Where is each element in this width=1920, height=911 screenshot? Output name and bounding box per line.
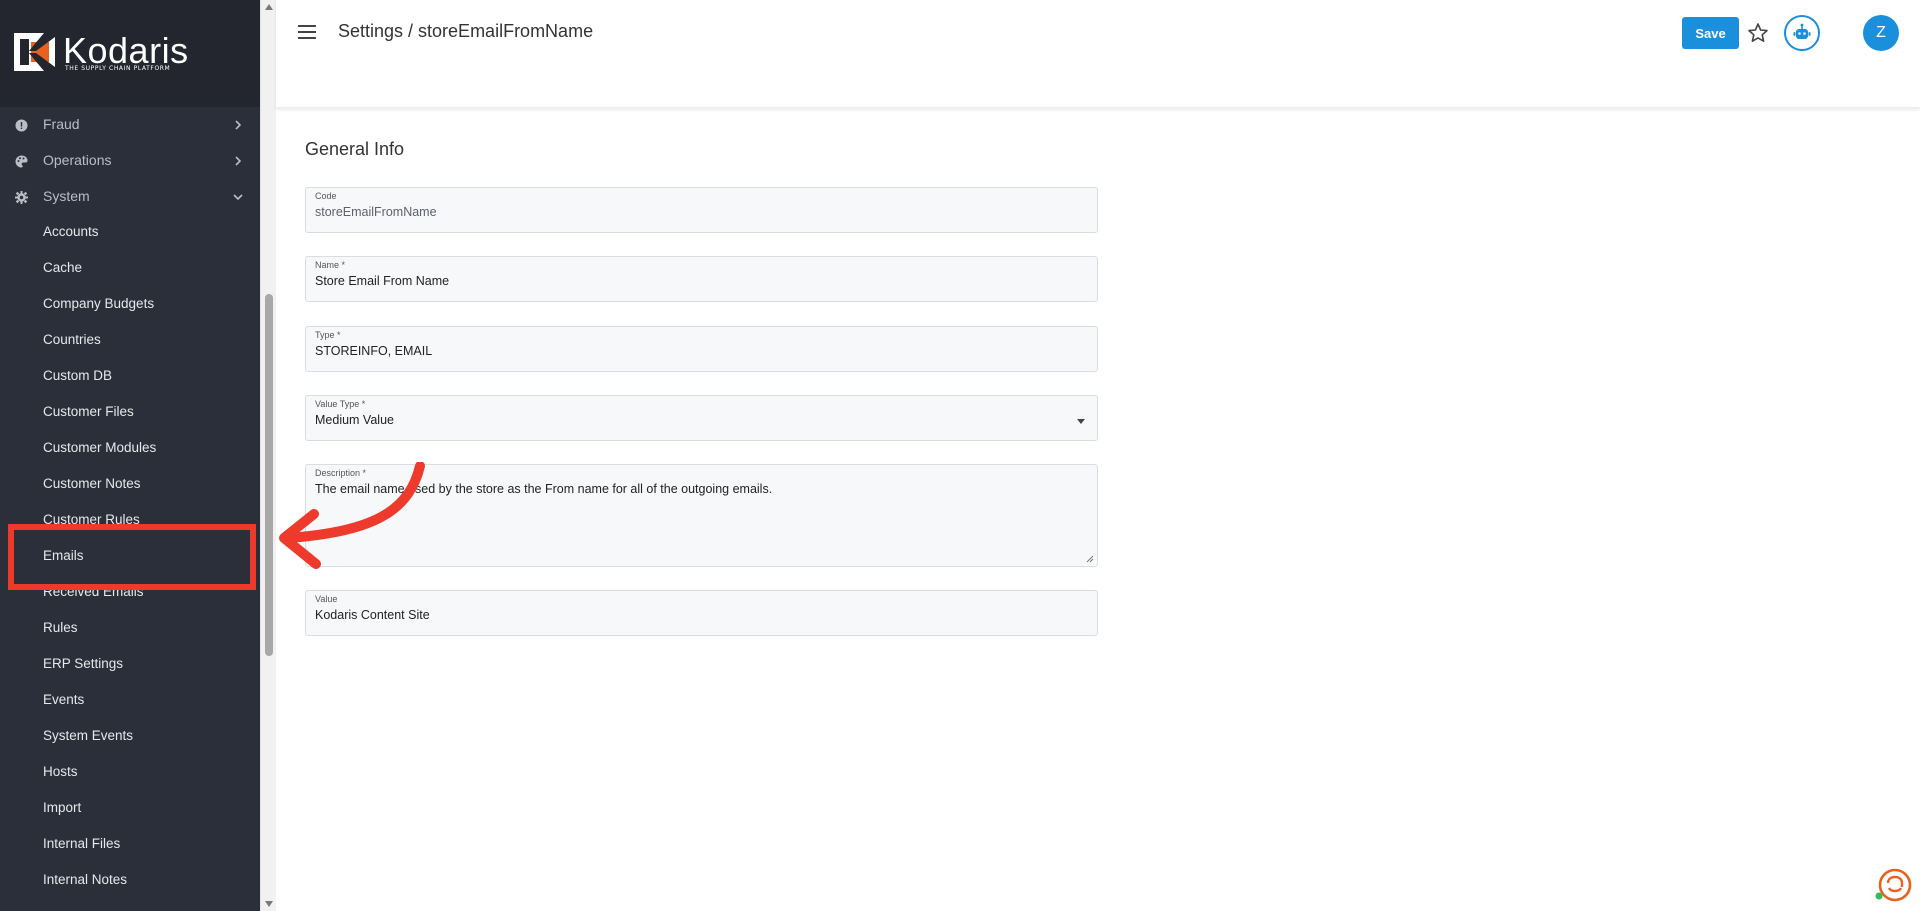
sidebar-group-label: Fraud — [43, 116, 80, 132]
sidebar-item-import[interactable]: Import — [0, 790, 258, 826]
field-value: Kodaris Content Site — [315, 608, 430, 622]
sidebar-item-label: Custom DB — [43, 368, 113, 383]
sidebar-item-customer-modules[interactable]: Customer Modules — [0, 430, 258, 466]
code-field[interactable]: Code storeEmailFromName — [305, 187, 1098, 233]
sidebar-item-label: Hosts — [43, 764, 78, 779]
sidebar-group-label: System — [43, 188, 90, 204]
dropdown-caret-icon — [1077, 419, 1085, 424]
sidebar-item-label: Customer Notes — [43, 476, 141, 491]
scroll-down-arrow-icon[interactable] — [265, 901, 273, 907]
chevron-right-icon — [235, 156, 242, 166]
sidebar-item-cache[interactable]: Cache — [0, 250, 258, 286]
chevron-down-icon — [233, 194, 243, 201]
resize-handle-icon[interactable] — [1086, 555, 1094, 563]
sidebar-item-label: Internal Notes — [43, 872, 128, 887]
annotation-highlight-box — [8, 524, 256, 590]
name-field[interactable]: Name * Store Email From Name — [305, 256, 1098, 302]
type-field[interactable]: Type * STOREINFO, EMAIL — [305, 326, 1098, 372]
assistant-bot-button[interactable] — [1784, 15, 1820, 51]
sidebar-group-system[interactable]: System — [0, 179, 260, 215]
robot-icon — [1793, 23, 1811, 39]
sidebar-item-label: Rules — [43, 620, 78, 635]
field-value: Medium Value — [315, 413, 394, 427]
sidebar-item-customer-notes[interactable]: Customer Notes — [0, 466, 258, 502]
star-icon[interactable] — [1746, 21, 1770, 45]
sidebar-item-label: Customer Modules — [43, 440, 157, 455]
chevron-right-icon — [235, 120, 242, 130]
sidebar-item-rules[interactable]: Rules — [0, 610, 258, 646]
palette-icon — [15, 155, 28, 168]
sidebar-item-hosts[interactable]: Hosts — [0, 754, 258, 790]
value-field[interactable]: Value Kodaris Content Site — [305, 590, 1098, 636]
sidebar-item-label: Countries — [43, 332, 101, 347]
sidebar-item-events[interactable]: Events — [0, 682, 258, 718]
chat-support-icon[interactable] — [1874, 866, 1912, 904]
sidebar-item-label: Customer Files — [43, 404, 134, 419]
sidebar-scrollbar[interactable] — [260, 0, 276, 911]
field-value: storeEmailFromName — [315, 205, 437, 219]
sidebar-item-label: ERP Settings — [43, 656, 124, 671]
gear-icon — [15, 191, 28, 204]
sidebar-item-customer-files[interactable]: Customer Files — [0, 394, 258, 430]
breadcrumb: Settings / storeEmailFromName — [338, 21, 594, 41]
sidebar-group-operations[interactable]: Operations — [0, 143, 260, 179]
field-value: STOREINFO, EMAIL — [315, 344, 433, 358]
top-bar: Settings / storeEmailFromName Save Z — [276, 0, 1920, 108]
sidebar-item-erp-settings[interactable]: ERP Settings — [0, 646, 258, 682]
sidebar-item-label: Events — [43, 692, 85, 707]
hamburger-menu-icon[interactable] — [298, 25, 316, 39]
sidebar-item-label: Internal Files — [43, 836, 121, 851]
field-label: Name * — [315, 260, 346, 270]
field-label: Code — [315, 191, 337, 201]
brand-tagline: THE SUPPLY CHAIN PLATFORM — [65, 65, 171, 72]
logo[interactable]: Kodaris THE SUPPLY CHAIN PLATFORM — [0, 0, 260, 107]
sidebar-item-accounts[interactable]: Accounts — [0, 214, 258, 250]
annotation-arrow-icon — [279, 462, 425, 569]
sidebar-group-label: Operations — [43, 152, 112, 168]
kodaris-logo-icon — [14, 33, 55, 71]
user-avatar[interactable]: Z — [1863, 15, 1899, 51]
sidebar-item-system-events[interactable]: System Events — [0, 718, 258, 754]
field-label: Type * — [315, 330, 341, 340]
sidebar-item-internal-files[interactable]: Internal Files — [0, 826, 258, 862]
sidebar-item-label: Company Budgets — [43, 296, 155, 311]
value-type-select[interactable]: Value Type * Medium Value — [305, 395, 1098, 441]
sidebar-item-custom-db[interactable]: Custom DB — [0, 358, 258, 394]
sidebar-group-fraud[interactable]: Fraud — [0, 107, 260, 143]
sidebar-item-label: Import — [43, 800, 82, 815]
scroll-up-arrow-icon[interactable] — [265, 4, 273, 10]
save-button[interactable]: Save — [1682, 17, 1739, 49]
sidebar-item-internal-notes[interactable]: Internal Notes — [0, 862, 258, 898]
sidebar-item-company-budgets[interactable]: Company Budgets — [0, 286, 258, 322]
sidebar-item-countries[interactable]: Countries — [0, 322, 258, 358]
field-label: Value — [315, 594, 338, 604]
field-value: Store Email From Name — [315, 274, 450, 288]
alert-circle-icon — [15, 119, 28, 132]
sidebar-item-label: System Events — [43, 728, 134, 743]
sidebar-item-label: Cache — [43, 260, 83, 275]
sidebar-item-label: Accounts — [43, 224, 99, 239]
section-title: General Info — [305, 139, 405, 159]
field-label: Value Type * — [315, 399, 366, 409]
sidebar: Kodaris THE SUPPLY CHAIN PLATFORM Fraud … — [0, 0, 260, 911]
